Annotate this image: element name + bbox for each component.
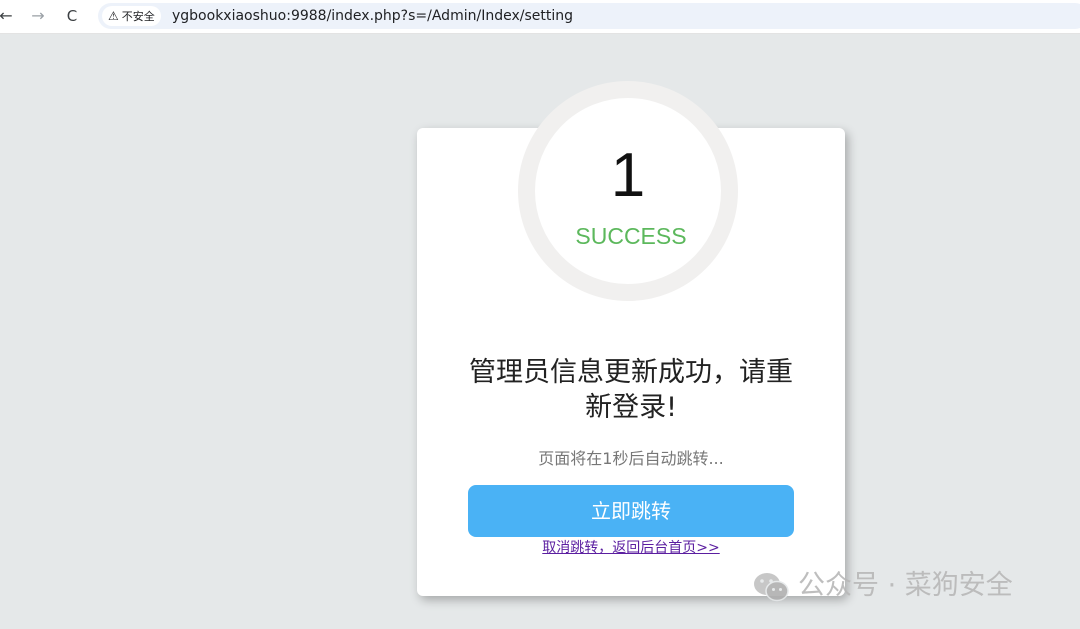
forward-arrow-icon[interactable]: → — [28, 6, 48, 26]
countdown-number: 1 — [610, 141, 646, 210]
security-indicator[interactable]: ⚠ 不安全 — [102, 6, 161, 26]
jump-now-button[interactable]: 立即跳转 — [468, 485, 794, 537]
back-arrow-icon[interactable]: ← — [0, 6, 16, 26]
status-text: SUCCESS — [575, 223, 687, 249]
cancel-redirect-link[interactable]: 取消跳转，返回后台首页>> — [542, 540, 719, 556]
reload-icon[interactable]: C — [62, 6, 82, 26]
warning-triangle-icon: ⚠ — [108, 9, 119, 23]
url-text[interactable]: ygbookxiaoshuo:9988/index.php?s=/Admin/I… — [172, 3, 573, 29]
security-label: 不安全 — [121, 10, 155, 23]
watermark: 公众号 · 菜狗安全 — [752, 566, 1013, 606]
wechat-icon — [754, 572, 789, 601]
cancel-link-wrapper: 取消跳转，返回后台首页>> — [417, 537, 845, 559]
dialog-message: 管理员信息更新成功，请重新登录! — [469, 357, 793, 423]
address-bar[interactable]: ⚠ 不安全 ygbookxiaoshuo:9988/index.php?s=/Ad… — [98, 3, 1080, 29]
browser-toolbar: ← → C ⚠ 不安全 ygbookxiaoshuo:9988/index.php… — [0, 0, 1080, 34]
watermark-text: 公众号 · 菜狗安全 — [798, 570, 1013, 601]
redirect-note: 页面将在1秒后自动跳转... — [538, 449, 724, 468]
